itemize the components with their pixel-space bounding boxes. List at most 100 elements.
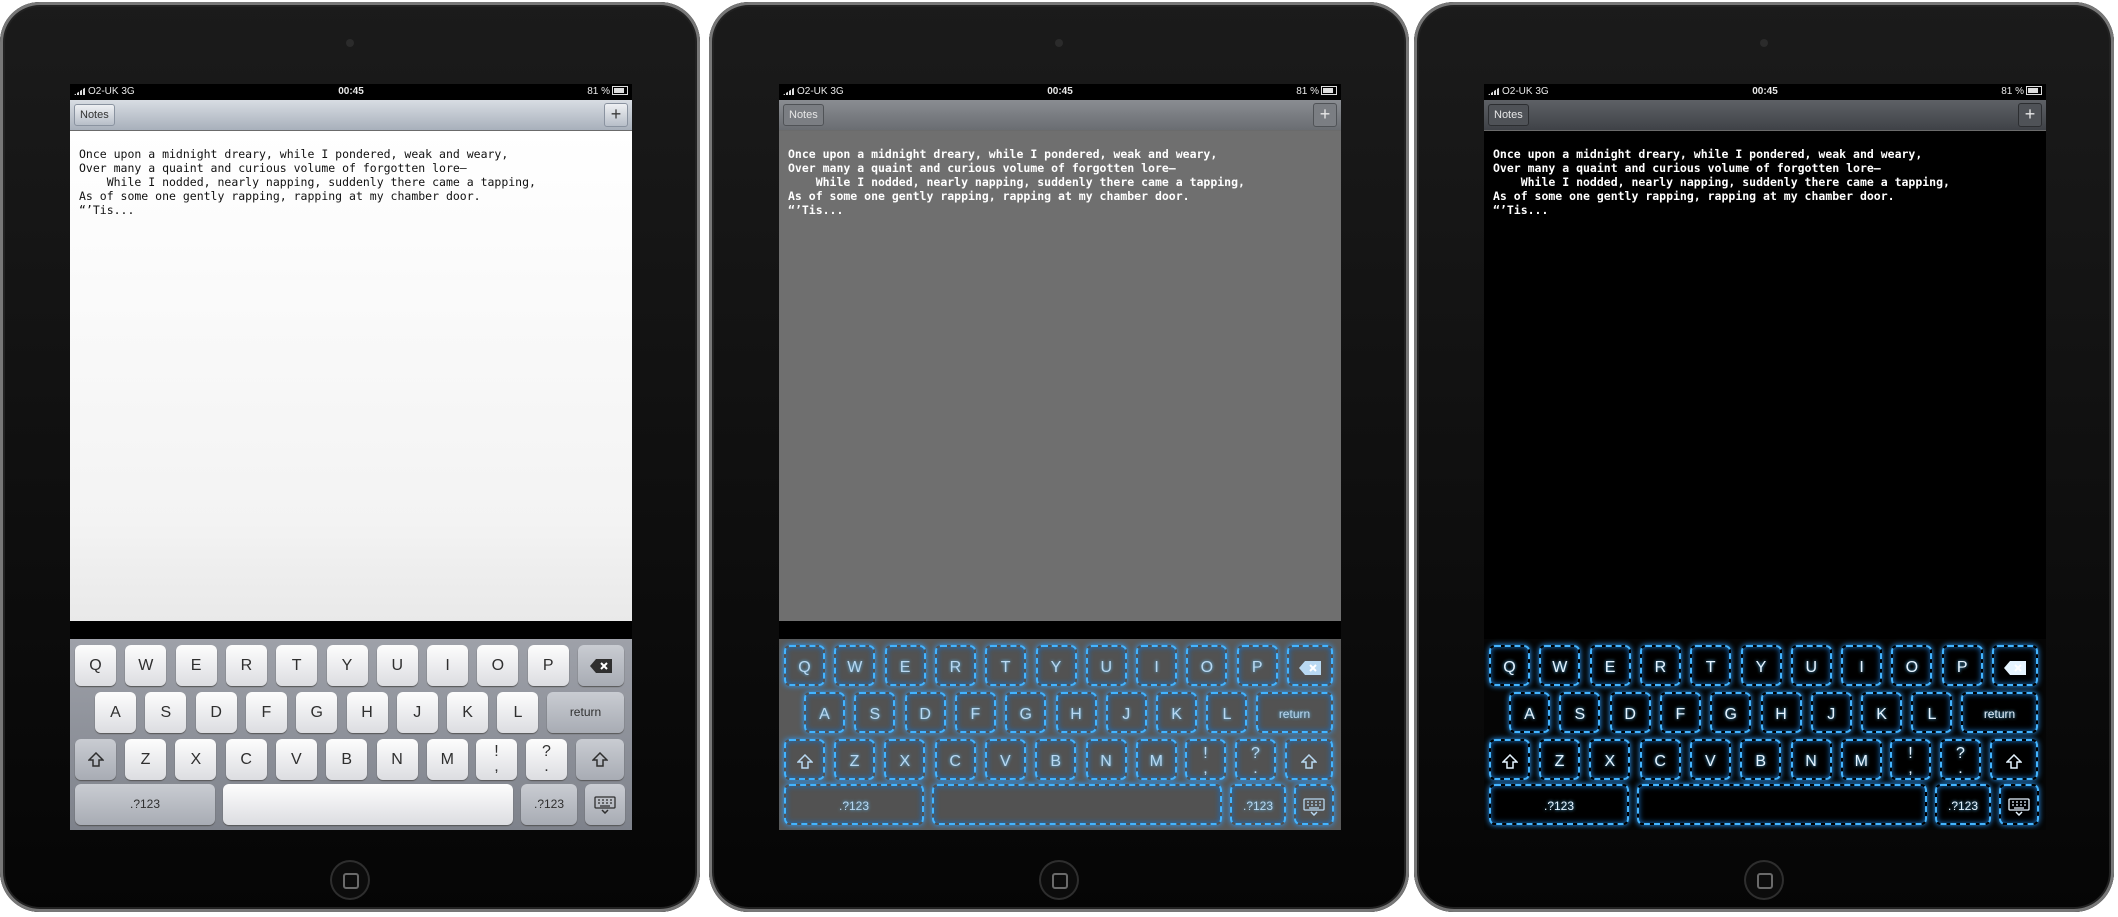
key-x[interactable]: X [1589, 739, 1631, 780]
key-c[interactable]: C [1639, 739, 1681, 780]
key-p[interactable]: P [1941, 645, 1983, 686]
key-o[interactable]: O [1186, 645, 1228, 686]
shift-right-key[interactable] [1285, 739, 1333, 780]
key-e[interactable]: E [884, 645, 926, 686]
key-y[interactable]: Y [1740, 645, 1782, 686]
key-s[interactable]: S [1559, 692, 1601, 733]
numbers-right-key[interactable]: .?123 [1935, 784, 1991, 825]
key-z[interactable]: Z [834, 739, 875, 780]
key-k[interactable]: K [1861, 692, 1903, 733]
note-editor[interactable]: Once upon a midnight dreary, while I pon… [1484, 131, 2046, 621]
key-g[interactable]: G [1710, 692, 1752, 733]
add-note-button[interactable]: + [2018, 103, 2042, 127]
notes-button[interactable]: Notes [1488, 104, 1529, 126]
exclamation-key[interactable]: !, [1185, 739, 1226, 780]
key-i[interactable]: I [1136, 645, 1178, 686]
key-w[interactable]: W [125, 645, 167, 686]
key-p[interactable]: P [527, 645, 569, 686]
key-f[interactable]: F [245, 692, 287, 733]
key-i[interactable]: I [427, 645, 469, 686]
key-u[interactable]: U [376, 645, 418, 686]
key-d[interactable]: D [904, 692, 946, 733]
key-n[interactable]: N [376, 739, 418, 780]
key-v[interactable]: V [1689, 739, 1731, 780]
key-t[interactable]: T [985, 645, 1027, 686]
key-l[interactable]: L [1206, 692, 1248, 733]
question-key[interactable]: ?. [1235, 739, 1276, 780]
key-j[interactable]: J [396, 692, 438, 733]
key-q[interactable]: Q [784, 645, 825, 686]
return-key[interactable]: return [547, 692, 624, 733]
shift-left-key[interactable] [75, 739, 116, 780]
shift-left-key[interactable] [1489, 739, 1530, 780]
key-b[interactable]: B [1035, 739, 1077, 780]
key-o[interactable]: O [1891, 645, 1933, 686]
key-z[interactable]: Z [125, 739, 166, 780]
key-b[interactable]: B [1740, 739, 1782, 780]
numbers-left-key[interactable]: .?123 [1489, 784, 1629, 825]
backspace-key[interactable] [578, 645, 624, 686]
backspace-key[interactable] [1287, 645, 1333, 686]
key-r[interactable]: R [225, 645, 267, 686]
key-k[interactable]: K [447, 692, 489, 733]
key-y[interactable]: Y [1035, 645, 1077, 686]
space-key[interactable] [932, 784, 1222, 825]
key-k[interactable]: K [1156, 692, 1198, 733]
key-e[interactable]: E [1589, 645, 1631, 686]
key-n[interactable]: N [1790, 739, 1832, 780]
key-w[interactable]: W [834, 645, 876, 686]
return-key[interactable]: return [1256, 692, 1333, 733]
key-s[interactable]: S [145, 692, 187, 733]
key-x[interactable]: X [884, 739, 926, 780]
note-editor[interactable]: Once upon a midnight dreary, while I pon… [779, 131, 1341, 621]
key-f[interactable]: F [954, 692, 996, 733]
key-f[interactable]: F [1659, 692, 1701, 733]
key-i[interactable]: I [1841, 645, 1883, 686]
add-note-button[interactable]: + [1313, 103, 1337, 127]
question-key[interactable]: ?. [1940, 739, 1981, 780]
hide-keyboard-key[interactable] [585, 784, 625, 825]
notes-button[interactable]: Notes [74, 104, 115, 126]
key-m[interactable]: M [426, 739, 468, 780]
key-v[interactable]: V [984, 739, 1026, 780]
key-e[interactable]: E [175, 645, 217, 686]
key-m[interactable]: M [1135, 739, 1177, 780]
key-a[interactable]: A [804, 692, 845, 733]
key-p[interactable]: P [1236, 645, 1278, 686]
key-c[interactable]: C [225, 739, 267, 780]
key-j[interactable]: J [1810, 692, 1852, 733]
key-q[interactable]: Q [1489, 645, 1530, 686]
key-d[interactable]: D [1609, 692, 1651, 733]
numbers-left-key[interactable]: .?123 [75, 784, 215, 825]
key-a[interactable]: A [95, 692, 136, 733]
home-button[interactable] [330, 860, 370, 900]
key-a[interactable]: A [1509, 692, 1550, 733]
key-w[interactable]: W [1539, 645, 1581, 686]
key-r[interactable]: R [1639, 645, 1681, 686]
key-l[interactable]: L [1911, 692, 1953, 733]
key-g[interactable]: G [296, 692, 338, 733]
backspace-key[interactable] [1992, 645, 2038, 686]
key-z[interactable]: Z [1539, 739, 1580, 780]
key-t[interactable]: T [276, 645, 318, 686]
notes-button[interactable]: Notes [783, 104, 824, 126]
key-b[interactable]: B [326, 739, 368, 780]
key-x[interactable]: X [175, 739, 217, 780]
key-h[interactable]: H [1055, 692, 1097, 733]
shift-left-key[interactable] [784, 739, 825, 780]
key-h[interactable]: H [1760, 692, 1802, 733]
key-s[interactable]: S [854, 692, 896, 733]
key-t[interactable]: T [1690, 645, 1732, 686]
key-r[interactable]: R [934, 645, 976, 686]
key-l[interactable]: L [497, 692, 539, 733]
hide-keyboard-key[interactable] [1294, 784, 1334, 825]
key-q[interactable]: Q [75, 645, 116, 686]
key-u[interactable]: U [1085, 645, 1127, 686]
home-button[interactable] [1744, 860, 1784, 900]
key-o[interactable]: O [477, 645, 519, 686]
return-key[interactable]: return [1961, 692, 2038, 733]
key-h[interactable]: H [346, 692, 388, 733]
hide-keyboard-key[interactable] [1999, 784, 2039, 825]
key-m[interactable]: M [1840, 739, 1882, 780]
exclamation-key[interactable]: !, [476, 739, 517, 780]
